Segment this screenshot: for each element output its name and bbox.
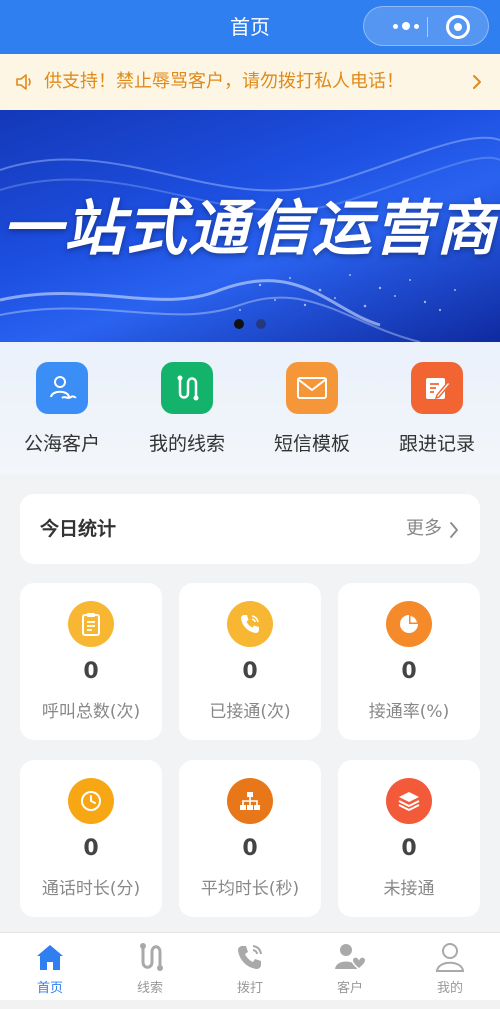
phone-icon: [227, 601, 273, 647]
stat-label: 接通率(%): [368, 702, 450, 722]
more-dot-icon: [402, 22, 410, 30]
today-stats-header: 今日统计 更多: [20, 494, 480, 564]
stat-value: 0: [242, 836, 258, 861]
clue-icon: [100, 939, 200, 975]
stat-label: 平均时长(秒): [200, 879, 300, 899]
more-menu-button[interactable]: [384, 7, 428, 45]
stat-card-average-duration[interactable]: 0 平均时长(秒): [179, 760, 321, 917]
quick-nav-item-my-clues[interactable]: 我的线索: [132, 362, 242, 456]
stat-card-call-duration[interactable]: 0 通话时长(分): [20, 760, 162, 917]
more-dot-icon: [393, 23, 398, 29]
tab-profile[interactable]: 我的: [400, 939, 500, 996]
banner-carousel[interactable]: 一站式通信运营商: [0, 110, 500, 342]
chevron-right-icon: [450, 522, 458, 538]
sea-customer-icon: [36, 362, 88, 414]
chevron-right-icon: [473, 75, 481, 89]
stat-value: 0: [401, 659, 417, 684]
notice-bar[interactable]: 供支持！禁止辱骂客户，请勿拨打私人电话！: [0, 54, 500, 110]
more-dot-icon: [414, 23, 419, 29]
tab-home[interactable]: 首页: [0, 939, 100, 996]
stat-label: 未接通: [383, 879, 435, 899]
quick-nav-label: 公海客户: [23, 433, 100, 455]
stat-label: 通话时长(分): [41, 879, 141, 899]
stat-value: 0: [401, 836, 417, 861]
tab-label: 拨打: [236, 981, 263, 996]
quick-nav: 公海客户 我的线索 短信模板 跟进记录: [0, 342, 500, 474]
pie-chart-icon: [386, 601, 432, 647]
speaker-icon: [16, 74, 31, 90]
tab-label: 首页: [36, 981, 63, 996]
stat-value: 0: [83, 836, 99, 861]
tab-customers[interactable]: 客户: [300, 939, 400, 996]
clock-icon: [68, 778, 114, 824]
stat-card-total-calls[interactable]: 0 呼叫总数(次): [20, 583, 162, 740]
close-mini-program-icon[interactable]: [446, 15, 470, 39]
edit-record-icon: [411, 362, 463, 414]
banner-headline: 一站式通信运营商: [2, 194, 498, 264]
tab-label: 线索: [136, 981, 163, 996]
mini-program-capsule: [363, 6, 489, 46]
clue-icon: [161, 362, 213, 414]
nav-header: 首页: [0, 0, 500, 54]
bottom-tab-bar: 首页 线索 拨打 客户 我的: [0, 932, 500, 1009]
dial-icon: [200, 939, 300, 975]
quick-nav-item-sms-templates[interactable]: 短信模板: [257, 362, 367, 456]
mail-icon: [286, 362, 338, 414]
stat-card-connected[interactable]: 0 已接通(次): [179, 583, 321, 740]
profile-icon: [400, 939, 500, 975]
quick-nav-label: 短信模板: [273, 433, 350, 455]
home-indicator-area: [0, 1000, 500, 1009]
tab-label: 我的: [436, 981, 463, 996]
stat-value: 0: [83, 659, 99, 684]
capsule-divider: [427, 17, 428, 37]
tab-clues[interactable]: 线索: [100, 939, 200, 996]
tab-dial[interactable]: 拨打: [200, 939, 300, 996]
quick-nav-label: 我的线索: [148, 433, 225, 455]
notice-text: 供支持！禁止辱骂客户，请勿拨打私人电话！: [44, 71, 404, 92]
stat-value: 0: [242, 659, 258, 684]
customer-icon: [300, 939, 400, 975]
stat-card-missed[interactable]: 0 未接通: [338, 760, 480, 917]
hierarchy-icon: [227, 778, 273, 824]
stat-label: 呼叫总数(次): [41, 702, 141, 722]
quick-nav-label: 跟进记录: [398, 433, 475, 455]
more-label: 更多: [406, 518, 442, 539]
carousel-indicator-active[interactable]: [234, 319, 244, 329]
section-title: 今日统计: [40, 518, 117, 540]
layers-icon: [386, 778, 432, 824]
quick-nav-item-sea-customers[interactable]: 公海客户: [7, 362, 117, 456]
carousel-indicator[interactable]: [256, 319, 266, 329]
home-icon: [0, 939, 100, 975]
tab-label: 客户: [336, 981, 363, 996]
quick-nav-item-follow-up-records[interactable]: 跟进记录: [382, 362, 492, 456]
stat-label: 已接通(次): [209, 702, 291, 722]
stat-card-connect-rate[interactable]: 0 接通率(%): [338, 583, 480, 740]
clipboard-icon: [68, 601, 114, 647]
